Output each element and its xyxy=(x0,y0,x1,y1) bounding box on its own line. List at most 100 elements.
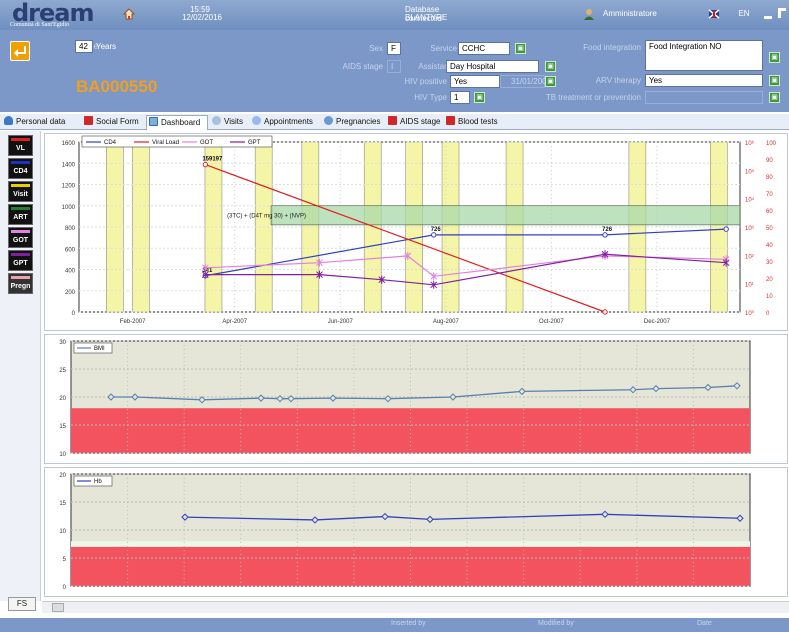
data-point xyxy=(431,232,437,238)
got-toggle-button[interactable]: GOT xyxy=(8,227,33,248)
log-tick-label: 10² xyxy=(745,254,754,260)
user-name[interactable]: Amministratore xyxy=(603,9,673,18)
hiv-type-field[interactable]: 1 xyxy=(450,91,470,104)
clock-date: 12/02/2016 xyxy=(181,13,223,22)
tab-blood-tests[interactable]: Blood tests xyxy=(444,115,498,130)
food-picker-button[interactable]: ▣ xyxy=(769,52,780,63)
vl-toggle-button[interactable]: VL xyxy=(8,135,33,156)
y-right-tick-label: 60 xyxy=(766,209,773,215)
service-picker-button[interactable]: ▣ xyxy=(515,43,526,54)
clock-icon xyxy=(252,116,261,125)
age-unit: Years xyxy=(96,42,117,51)
arv-picker-button[interactable]: ▣ xyxy=(769,75,780,86)
tab-dashboard[interactable]: Dashboard xyxy=(146,115,208,130)
pregnancy-toggle-button[interactable]: Pregn xyxy=(8,273,33,294)
fullscreen-button[interactable]: FS xyxy=(8,597,36,611)
log-tick-label: 10¹ xyxy=(745,283,754,289)
x-tick-label: Dec-2007 xyxy=(644,319,671,325)
tab-label: AIDS stage xyxy=(400,117,441,126)
service-label: Service xyxy=(430,44,457,53)
bmi-chart-panel: 10 15 20 25 30 BMI xyxy=(44,334,788,464)
pregnancy-icon xyxy=(324,116,333,125)
inserted-by-label: Inserted by xyxy=(391,620,426,627)
horizontal-scrollbar[interactable] xyxy=(42,601,789,613)
hiv-type-label: HIV Type xyxy=(414,93,447,102)
y-right-tick-label: 40 xyxy=(766,243,773,249)
logo-subtitle: Comunità di Sant'Egidio xyxy=(10,22,70,28)
legend-label: GOT xyxy=(200,140,213,146)
log-tick-label: 10⁵ xyxy=(745,168,755,175)
tab-label: Pregnancies xyxy=(336,117,381,126)
art-toggle-label: ART xyxy=(13,214,28,221)
user-icon xyxy=(583,8,595,20)
scroll-thumb[interactable] xyxy=(52,603,64,612)
data-label: 159197 xyxy=(202,157,223,163)
aids-stage-label: AIDS stage xyxy=(342,62,383,71)
tab-pregnancies[interactable]: Pregnancies xyxy=(322,115,380,130)
patient-header: Age 42 Years BA000550 Sex F AIDS stage I… xyxy=(0,30,789,112)
service-field[interactable]: CCHC xyxy=(458,42,510,55)
x-tick-label: Apr-2007 xyxy=(222,319,247,325)
cd4-toggle-button[interactable]: CD4 xyxy=(8,158,33,179)
y-tick-label: 10 xyxy=(59,529,66,535)
gpt-toggle-button[interactable]: GPT xyxy=(8,250,33,271)
y-tick-label: 1200 xyxy=(62,184,76,190)
y-tick-label: 20 xyxy=(59,473,66,479)
data-point xyxy=(602,309,608,315)
y-tick-label: 600 xyxy=(65,247,76,253)
top-bar: dream Comunità di Sant'Egidio 15:59 12/0… xyxy=(0,0,789,30)
tb-picker-button[interactable]: ▣ xyxy=(769,92,780,103)
tb-treatment-field[interactable] xyxy=(645,91,763,104)
flag-icon[interactable] xyxy=(708,8,720,20)
log-tick-label: 10³ xyxy=(745,226,754,232)
language-label[interactable]: EN xyxy=(737,9,751,18)
arv-therapy-field[interactable]: Yes xyxy=(645,74,763,87)
food-integration-field[interactable]: Food Integration NO xyxy=(645,40,763,71)
y-right-tick-label: 100 xyxy=(766,141,777,147)
age-field[interactable]: 42 xyxy=(75,40,93,53)
low-value-band xyxy=(71,408,750,453)
main-chart: 0 200 400 600 800 1000 1200 1400 1600 0 10 20 30 40 50… xyxy=(62,135,777,325)
tb-treatment-label: TB treatment or prevention xyxy=(545,93,641,102)
y-tick-label: 1600 xyxy=(62,141,76,147)
log-tick-label: 10⁴ xyxy=(745,197,755,204)
date-label: Date xyxy=(697,620,712,627)
sex-label: Sex xyxy=(369,44,383,53)
dashboard-icon xyxy=(149,117,158,126)
data-label: 726 xyxy=(431,227,442,233)
tab-personal-data[interactable]: Personal data xyxy=(2,115,65,130)
gpt-toggle-label: GPT xyxy=(13,260,28,267)
y-tick-label: 400 xyxy=(65,269,76,275)
tab-aids-stage[interactable]: AIDS stage xyxy=(386,115,440,130)
x-tick-label: Feb-2007 xyxy=(120,319,146,325)
tab-label: Appointments xyxy=(264,117,313,126)
arv-therapy-label: ARV therapy xyxy=(595,76,641,85)
legend-label: BMI xyxy=(94,346,105,352)
back-button[interactable] xyxy=(10,41,30,61)
y-tick-label: 800 xyxy=(65,226,76,232)
tab-appointments[interactable]: Appointments xyxy=(250,115,313,130)
assistance-picker-button[interactable]: ▣ xyxy=(545,61,556,72)
y-right-tick-label: 20 xyxy=(766,277,773,283)
tab-social-form[interactable]: Social Form xyxy=(82,115,139,130)
assistance-field[interactable]: Day Hospital xyxy=(446,60,539,73)
data-label: 726 xyxy=(602,227,613,233)
home-icon[interactable] xyxy=(122,8,136,20)
main-chart-panel: 0 200 400 600 800 1000 1200 1400 1600 0 10 20 30 40 50… xyxy=(44,133,788,331)
legend-label: Viral Load xyxy=(152,140,179,146)
visit-toggle-button[interactable]: Visit xyxy=(8,181,33,202)
tab-visits[interactable]: Visits xyxy=(210,115,243,130)
sex-field[interactable]: F xyxy=(387,42,401,55)
y-tick-label: 20 xyxy=(59,396,66,402)
db-name: BLANTYRE xyxy=(405,13,448,22)
restore-icon[interactable] xyxy=(778,8,786,18)
hiv-positive-field[interactable]: Yes xyxy=(450,75,500,88)
hiv-positive-label: HIV positive xyxy=(404,77,447,86)
minimize-icon[interactable] xyxy=(764,16,772,19)
art-toggle-button[interactable]: ART xyxy=(8,204,33,225)
y-right-tick-label: 90 xyxy=(766,158,773,164)
hiv-type-picker-button[interactable]: ▣ xyxy=(474,92,485,103)
hiv-date-picker-button[interactable]: ▣ xyxy=(545,76,556,87)
data-point xyxy=(602,232,608,238)
tab-label: Dashboard xyxy=(161,118,201,127)
